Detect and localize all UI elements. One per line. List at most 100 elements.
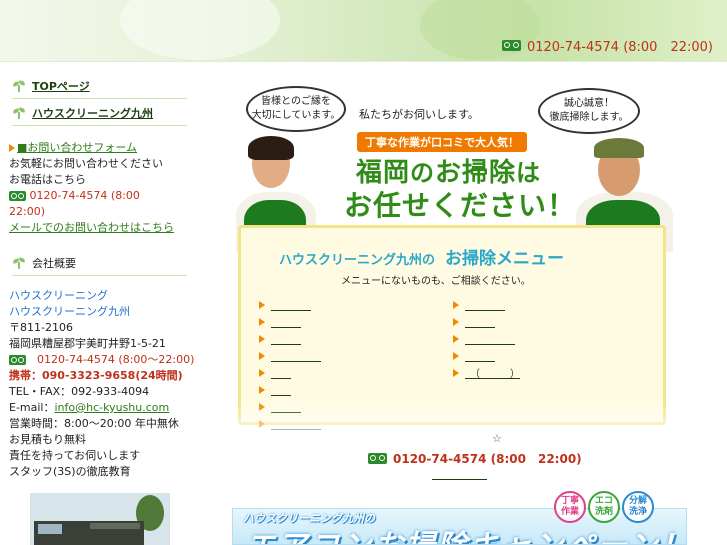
banner-title: エアコンお掃除キャンペーン！ xyxy=(245,521,686,544)
contact-phone-label: お電話はこちら xyxy=(9,173,86,186)
company-heading: 会社概要 xyxy=(12,250,187,276)
menu-item[interactable] xyxy=(453,313,520,330)
badge-line1: 丁寧 xyxy=(560,496,579,506)
speech-bubble-left-line2: 大切にしています。 xyxy=(251,110,341,121)
menu-item-link[interactable] xyxy=(271,331,301,346)
sidebar-link-home[interactable]: ハウスクリーニング九州 xyxy=(32,105,153,121)
contact-mail-link[interactable]: メールでのお問い合わせはこちら xyxy=(9,221,174,234)
sidebar-item-home[interactable]: ハウスクリーニング九州 xyxy=(12,100,187,126)
contact-mail-line[interactable]: メールでのお問い合わせはこちら xyxy=(9,220,194,236)
arrow-icon xyxy=(453,300,459,309)
company-freedial-number: 0120-74-4574 (8:00〜22:00) xyxy=(26,353,195,366)
menu-title: ハウスクリーニング九州の お掃除メニュー xyxy=(279,244,564,269)
badge-careful-work: 丁寧 作業 xyxy=(554,491,586,523)
menu-item[interactable] xyxy=(453,296,520,313)
arrow-icon xyxy=(259,300,265,309)
free-dial-icon xyxy=(9,191,26,201)
company-line-b: 責任を持ってお伺いします xyxy=(9,449,141,462)
menu-item-link[interactable] xyxy=(271,382,291,397)
company-line-a: お見積もり無料 xyxy=(9,433,86,446)
menu-item-link[interactable]: （ ） xyxy=(465,365,520,380)
menu-item-link[interactable] xyxy=(271,348,321,363)
contact-form-link[interactable]: ■お問い合わせフォーム xyxy=(17,141,137,154)
menu-item-link[interactable] xyxy=(465,297,505,312)
menu-item-link[interactable] xyxy=(465,331,515,346)
sprout-icon xyxy=(12,80,26,92)
sprout-icon xyxy=(12,257,26,269)
company-heading-label: 会社概要 xyxy=(32,256,76,270)
company-block: ハウスクリーニング ハウスクリーニング九州 〒811-2106 福岡県糟屋郡宇美… xyxy=(9,288,194,480)
menu-brand: ハウスクリーニング九州の xyxy=(279,253,436,268)
company-line-c: スタッフ(3S)の徹底教育 xyxy=(9,465,131,478)
arrow-icon xyxy=(453,368,459,377)
menu-item[interactable] xyxy=(259,364,321,381)
arrow-icon xyxy=(259,351,265,360)
badge-line2: 作業 xyxy=(560,507,579,517)
company-zip: 〒811-2106 xyxy=(9,321,73,334)
contact-form-line[interactable]: ■お問い合わせフォーム xyxy=(9,140,194,156)
sidebar: TOPページ ハウスクリーニング九州 ■お問い合わせフォーム お気軽にお問い合わ… xyxy=(0,62,200,545)
company-address: 福岡県糟屋郡宇美町井野1-5-21 xyxy=(9,337,166,350)
hero-badge: 丁寧な作業が口コミで大人気！ xyxy=(357,132,527,152)
header-phone-number: 0120-74-4574 (8:00 22:00) xyxy=(526,40,713,55)
menu-item[interactable] xyxy=(259,381,321,398)
speech-bubble-right: 誠心誠意！ 徹底掃除します。 xyxy=(538,88,640,134)
badge-line2: 洗浄 xyxy=(628,507,647,517)
menu-item[interactable] xyxy=(453,347,520,364)
main-link[interactable] xyxy=(432,479,487,480)
staff-woman-hair xyxy=(248,136,294,160)
header-decoration xyxy=(120,0,280,60)
menu-heading: お掃除メニュー xyxy=(445,249,565,269)
menu-subtitle: メニューにないものも、ご相談ください。 xyxy=(341,276,531,287)
menu-item[interactable] xyxy=(259,313,321,330)
company-name-1: ハウスクリーニング xyxy=(9,289,108,302)
hero-banner: 皆様とのご縁を 大切にしています。 誠心誠意！ 徹底掃除します。 私たちがお伺い… xyxy=(236,82,673,447)
main-phone[interactable]: 0120-74-4574 (8:00 22:00) xyxy=(368,450,582,467)
badge-line1: エコ xyxy=(594,496,613,506)
company-telfax: TEL・FAX：092-933-4094 xyxy=(9,385,150,398)
company-email-link[interactable]: info@hc-kyushu.com xyxy=(55,401,170,414)
header-phone[interactable]: 0120-74-4574 (8:00 22:00) xyxy=(501,36,713,55)
hero-title-line2: お任せください！ xyxy=(344,189,577,222)
menu-item-link[interactable] xyxy=(271,297,311,312)
company-hours: 営業時間：8:00〜20:00 年中無休 xyxy=(9,417,179,430)
menu-item[interactable] xyxy=(453,330,520,347)
arrow-icon xyxy=(259,317,265,326)
arrow-icon xyxy=(259,385,265,394)
company-email-label: E-mail： xyxy=(9,401,55,414)
campaign-banner[interactable]: ハウスクリーニング九州の エアコンお掃除キャンペーン！ xyxy=(232,508,687,545)
van-photo-graphic xyxy=(30,493,170,545)
arrow-icon xyxy=(259,368,265,377)
free-dial-icon xyxy=(501,40,521,51)
menu-item[interactable]: （ ） xyxy=(453,364,520,381)
hero-title-wa: は xyxy=(516,159,542,187)
menu-item[interactable] xyxy=(259,347,321,364)
star-icon: ☆ xyxy=(492,432,502,445)
contact-block: ■お問い合わせフォーム お気軽にお問い合わせください お電話はこちら 0120-… xyxy=(9,140,194,236)
badge-line1: 分解 xyxy=(628,496,647,506)
badge-disassembly-wash: 分解 洗浄 xyxy=(622,491,654,523)
arrow-icon xyxy=(453,351,459,360)
company-email-line: E-mail：info@hc-kyushu.com xyxy=(9,400,194,416)
contact-phone-hours: 22:00) xyxy=(9,205,45,218)
menu-item[interactable] xyxy=(259,296,321,313)
sidebar-item-top[interactable]: TOPページ xyxy=(12,73,187,99)
menu-item-link[interactable] xyxy=(271,314,301,329)
arrow-icon xyxy=(453,317,459,326)
company-name-2: ハウスクリーニング九州 xyxy=(9,305,130,318)
site-header: 0120-74-4574 (8:00 22:00) xyxy=(0,0,727,62)
menu-item-link[interactable] xyxy=(465,348,495,363)
menu-card: ハウスクリーニング九州の お掃除メニュー メニューにないものも、ご相談ください。 … xyxy=(238,225,666,428)
hero-fade xyxy=(236,402,673,447)
free-dial-icon xyxy=(9,355,26,365)
company-mobile: 携帯：090-3323-9658(24時間) xyxy=(9,369,183,382)
staff-man-cap xyxy=(594,138,644,158)
contact-phone[interactable]: 0120-74-4574 (8:00 xyxy=(9,188,194,204)
menu-item-link[interactable] xyxy=(271,365,291,380)
menu-item-link[interactable] xyxy=(465,314,495,329)
company-freedial[interactable]: 0120-74-4574 (8:00〜22:00) xyxy=(9,352,194,368)
hero-tagline: 私たちがお伺いします。 xyxy=(359,108,479,121)
menu-item[interactable] xyxy=(259,330,321,347)
sidebar-link-top[interactable]: TOPページ xyxy=(32,78,90,94)
hero-title-no: の xyxy=(410,159,436,187)
